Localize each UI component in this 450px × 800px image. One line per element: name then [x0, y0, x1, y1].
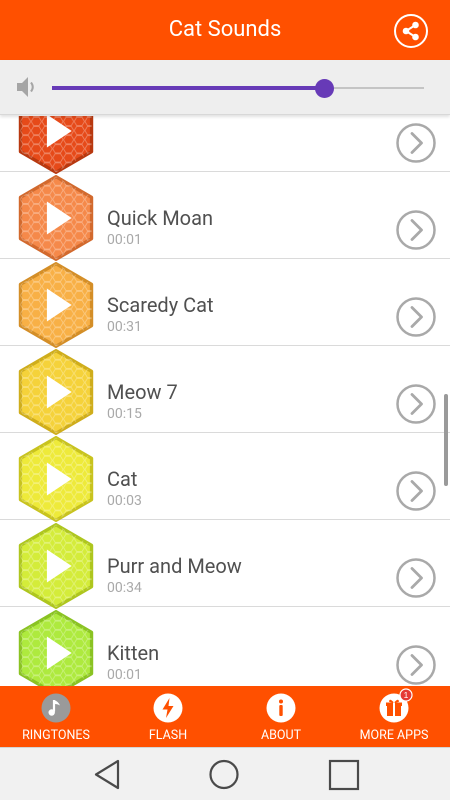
lightning-icon: [153, 693, 183, 723]
chevron-right-icon[interactable]: [395, 209, 437, 251]
sound-row[interactable]: [0, 116, 450, 174]
nav-about-label: ABOUT: [260, 728, 302, 743]
play-button-icon[interactable]: [12, 175, 100, 261]
scrollbar-thumb[interactable]: [444, 394, 448, 486]
play-button-icon[interactable]: [12, 523, 100, 609]
sound-duration: 00:03: [107, 493, 142, 509]
chevron-right-icon[interactable]: [395, 122, 437, 164]
sound-name: Cat: [107, 467, 138, 491]
sound-list: Quick Moan 00:01 Scaredy Cat 00:31 Meow 7 00:…: [0, 116, 450, 686]
volume-slider[interactable]: [52, 79, 424, 98]
nav-more-apps[interactable]: 1 MORE APPS: [338, 686, 450, 747]
info-icon: [266, 693, 296, 723]
sound-name: Scaredy Cat: [107, 293, 214, 317]
bottom-navigation: RINGTONES FLASH ABOUT 1 MORE APPS: [0, 686, 450, 747]
play-button-icon[interactable]: [12, 262, 100, 348]
play-button-icon[interactable]: [12, 349, 100, 435]
sound-row[interactable]: Meow 7 00:15: [0, 346, 450, 435]
nav-about[interactable]: ABOUT: [225, 686, 337, 747]
sound-name: Meow 7: [107, 380, 178, 404]
sound-name: Quick Moan: [107, 206, 214, 230]
recents-icon[interactable]: [326, 748, 362, 800]
sound-row[interactable]: Purr and Meow 00:34: [0, 520, 450, 609]
app-header: Cat Sounds: [0, 0, 450, 60]
share-button[interactable]: [394, 14, 428, 48]
sound-list-area: Quick Moan 00:01 Scaredy Cat 00:31 Meow 7 00:…: [0, 116, 450, 686]
chevron-right-icon[interactable]: [395, 644, 437, 686]
sound-row[interactable]: Kitten 00:01: [0, 607, 450, 686]
chevron-right-icon[interactable]: [395, 296, 437, 338]
more-apps-badge: 1: [404, 690, 409, 700]
sound-duration: 00:34: [107, 580, 142, 596]
page-title: Cat Sounds: [168, 17, 282, 42]
sound-name: Purr and Meow: [107, 554, 242, 578]
volume-thumb[interactable]: [314, 79, 334, 98]
home-icon[interactable]: [206, 748, 242, 800]
chevron-right-icon[interactable]: [395, 557, 437, 599]
nav-ringtones-label: RINGTONES: [22, 728, 90, 743]
chevron-right-icon[interactable]: [395, 470, 437, 512]
sound-row[interactable]: Scaredy Cat 00:31: [0, 259, 450, 348]
play-button-icon[interactable]: [12, 116, 100, 174]
sound-row[interactable]: Quick Moan 00:01: [0, 172, 450, 261]
music-note-icon: [41, 693, 71, 723]
nav-flash-label: FLASH: [148, 728, 188, 743]
share-icon: [402, 21, 419, 41]
chevron-right-icon[interactable]: [395, 383, 437, 425]
sound-name: Kitten: [107, 641, 160, 665]
nav-ringtones[interactable]: RINGTONES: [0, 686, 112, 747]
volume-fill: [52, 86, 324, 90]
nav-more-apps-label: MORE APPS: [359, 728, 429, 743]
sound-duration: 00:15: [107, 406, 142, 422]
sound-duration: 00:31: [107, 319, 142, 335]
volume-bar: [0, 60, 450, 115]
gift-icon: 1: [379, 688, 413, 723]
sound-duration: 00:01: [107, 667, 142, 683]
play-button-icon[interactable]: [12, 436, 100, 522]
play-button-icon[interactable]: [12, 610, 100, 686]
app-screen: Cat Sounds Quick Moan 00:01 Scaredy Cat 00:…: [0, 0, 450, 800]
nav-flash[interactable]: FLASH: [112, 686, 224, 747]
back-icon[interactable]: [90, 748, 126, 800]
sound-row[interactable]: Cat 00:03: [0, 433, 450, 522]
speaker-icon[interactable]: [14, 74, 40, 100]
system-navigation-bar: [0, 747, 450, 800]
sound-duration: 00:01: [107, 232, 142, 248]
